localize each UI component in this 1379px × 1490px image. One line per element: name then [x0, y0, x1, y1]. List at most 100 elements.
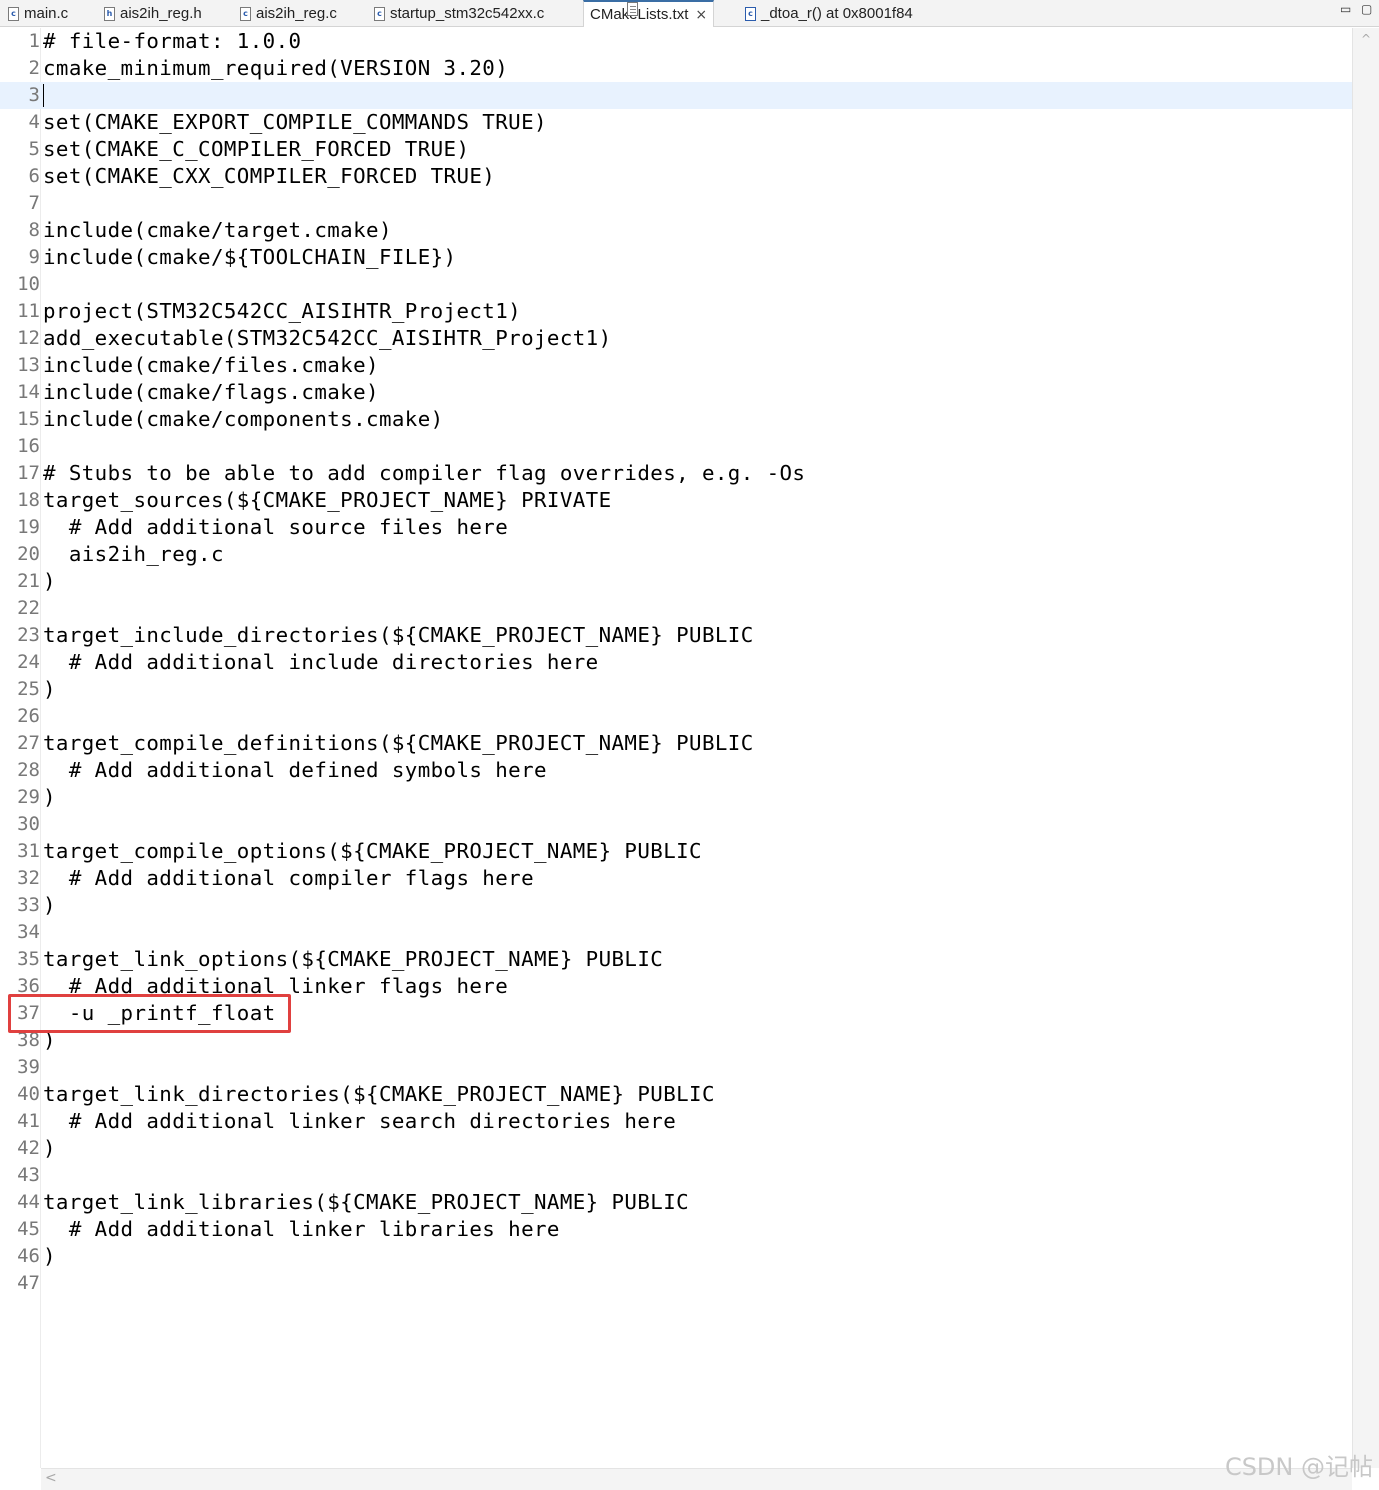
- code-text[interactable]: include(cmake/flags.cmake): [43, 379, 379, 406]
- code-line[interactable]: 47: [0, 1270, 1352, 1297]
- code-line[interactable]: 19 # Add additional source files here: [0, 514, 1352, 541]
- code-line[interactable]: 8 include(cmake/target.cmake): [0, 217, 1352, 244]
- code-line[interactable]: 24 # Add additional include directories …: [0, 649, 1352, 676]
- code-text[interactable]: include(cmake/components.cmake): [43, 406, 444, 433]
- code-line[interactable]: 26: [0, 703, 1352, 730]
- code-text[interactable]: ): [43, 1135, 56, 1162]
- code-line[interactable]: 31 target_compile_options(${CMAKE_PROJECT…: [0, 838, 1352, 865]
- code-text[interactable]: target_compile_options(${CMAKE_PROJECT_N…: [43, 838, 702, 865]
- tab-dtoa-disassembly[interactable]: c _dtoa_r() at 0x8001f84: [745, 0, 913, 27]
- code-line[interactable]: 45 # Add additional linker libraries her…: [0, 1216, 1352, 1243]
- code-line[interactable]: 23 target_include_directories(${CMAKE_PRO…: [0, 622, 1352, 649]
- code-text[interactable]: target_sources(${CMAKE_PROJECT_NAME} PRI…: [43, 487, 612, 514]
- code-text[interactable]: # Add additional linker search directori…: [43, 1108, 676, 1135]
- code-area[interactable]: 1 # file-format: 1.0.0 2 cmake_minimum_requ…: [0, 28, 1352, 1297]
- code-line[interactable]: 35 target_link_options(${CMAKE_PROJECT_NA…: [0, 946, 1352, 973]
- code-line[interactable]: 13 include(cmake/files.cmake): [0, 352, 1352, 379]
- code-line[interactable]: 25): [0, 676, 1352, 703]
- code-line[interactable]: 41 # Add additional linker search direct…: [0, 1108, 1352, 1135]
- code-line[interactable]: 12 add_executable(STM32C542CC_AISIHTR_Pro…: [0, 325, 1352, 352]
- code-line[interactable]: 30: [0, 811, 1352, 838]
- code-line[interactable]: 20 ais2ih_reg.c: [0, 541, 1352, 568]
- code-line[interactable]: 42): [0, 1135, 1352, 1162]
- code-text[interactable]: set(CMAKE_EXPORT_COMPILE_COMMANDS TRUE): [43, 109, 547, 136]
- code-line[interactable]: 9 include(cmake/${TOOLCHAIN_FILE}): [0, 244, 1352, 271]
- tab-cmakelists-txt[interactable]: CMakeLists.txt ×: [583, 0, 715, 27]
- code-line[interactable]: 32 # Add additional compiler flags here: [0, 865, 1352, 892]
- code-line[interactable]: 40 target_link_directories(${CMAKE_PROJEC…: [0, 1081, 1352, 1108]
- code-line[interactable]: 7: [0, 190, 1352, 217]
- scroll-up-icon[interactable]: ^: [1361, 32, 1371, 46]
- tab-label: CMakeLists.txt: [590, 6, 689, 23]
- code-line[interactable]: 17 # Stubs to be able to add compiler fla…: [0, 460, 1352, 487]
- close-icon[interactable]: ×: [695, 7, 707, 23]
- code-line[interactable]: 3: [0, 82, 1352, 109]
- code-line[interactable]: 5 set(CMAKE_C_COMPILER_FORCED TRUE): [0, 136, 1352, 163]
- line-number: 6: [28, 165, 40, 187]
- code-text[interactable]: target_include_directories(${CMAKE_PROJE…: [43, 622, 754, 649]
- tab-ais2ih-reg-c[interactable]: c ais2ih_reg.c: [240, 0, 337, 27]
- code-line[interactable]: 4 set(CMAKE_EXPORT_COMPILE_COMMANDS TRUE): [0, 109, 1352, 136]
- tab-main-c[interactable]: c main.c: [8, 0, 68, 27]
- code-text[interactable]: # Add additional compiler flags here: [43, 865, 534, 892]
- code-line[interactable]: 22: [0, 595, 1352, 622]
- code-text[interactable]: # Add additional defined symbols here: [43, 757, 547, 784]
- code-text[interactable]: # Add additional source files here: [43, 514, 508, 541]
- code-line[interactable]: 44 target_link_libraries(${CMAKE_PROJECT_…: [0, 1189, 1352, 1216]
- code-line[interactable]: 39: [0, 1054, 1352, 1081]
- code-text[interactable]: include(cmake/${TOOLCHAIN_FILE}): [43, 244, 456, 271]
- code-text[interactable]: include(cmake/files.cmake): [43, 352, 379, 379]
- line-number: 33: [17, 894, 40, 916]
- code-text[interactable]: # Add additional linker libraries here: [43, 1216, 560, 1243]
- code-text[interactable]: ): [43, 676, 56, 703]
- code-line[interactable]: 15 include(cmake/components.cmake): [0, 406, 1352, 433]
- vertical-scrollbar[interactable]: ^: [1352, 28, 1379, 1468]
- code-text[interactable]: set(CMAKE_CXX_COMPILER_FORCED TRUE): [43, 163, 495, 190]
- code-text[interactable]: ais2ih_reg.c: [43, 541, 224, 568]
- watermark: CSDN @记帖: [1224, 1453, 1373, 1481]
- tab-startup-c[interactable]: c startup_stm32c542xx.c: [374, 0, 544, 27]
- code-line[interactable]: 18 target_sources(${CMAKE_PROJECT_NAME} P…: [0, 487, 1352, 514]
- scroll-left-icon[interactable]: <: [45, 1470, 57, 1486]
- code-line[interactable]: 14 include(cmake/flags.cmake): [0, 379, 1352, 406]
- code-text[interactable]: cmake_minimum_required(VERSION 3.20): [43, 55, 508, 82]
- code-line[interactable]: 27 target_compile_definitions(${CMAKE_PRO…: [0, 730, 1352, 757]
- code-text[interactable]: ): [43, 568, 56, 595]
- line-number: 13: [17, 354, 40, 376]
- code-text[interactable]: target_link_options(${CMAKE_PROJECT_NAME…: [43, 946, 663, 973]
- code-editor[interactable]: 1 # file-format: 1.0.0 2 cmake_minimum_requ…: [0, 28, 1379, 1490]
- code-text[interactable]: # file-format: 1.0.0: [43, 28, 301, 55]
- code-line[interactable]: 6 set(CMAKE_CXX_COMPILER_FORCED TRUE): [0, 163, 1352, 190]
- minimize-icon[interactable]: ▭: [1340, 2, 1351, 16]
- tab-ais2ih-reg-h[interactable]: h ais2ih_reg.h: [104, 0, 202, 27]
- code-line[interactable]: 43: [0, 1162, 1352, 1189]
- code-line[interactable]: 33): [0, 892, 1352, 919]
- code-text[interactable]: ): [43, 784, 56, 811]
- code-line[interactable]: 34: [0, 919, 1352, 946]
- code-line[interactable]: 2 cmake_minimum_required(VERSION 3.20): [0, 55, 1352, 82]
- code-line[interactable]: 28 # Add additional defined symbols here: [0, 757, 1352, 784]
- line-number: 1: [28, 30, 40, 52]
- code-line[interactable]: 16: [0, 433, 1352, 460]
- maximize-icon[interactable]: ▢: [1361, 2, 1372, 16]
- code-line[interactable]: 10: [0, 271, 1352, 298]
- code-text[interactable]: include(cmake/target.cmake): [43, 217, 392, 244]
- horizontal-scrollbar[interactable]: <: [41, 1468, 1352, 1490]
- code-line[interactable]: 21): [0, 568, 1352, 595]
- code-text[interactable]: # Stubs to be able to add compiler flag …: [43, 460, 805, 487]
- code-line[interactable]: 46): [0, 1243, 1352, 1270]
- code-line[interactable]: 11 project(STM32C542CC_AISIHTR_Project1): [0, 298, 1352, 325]
- c-file-icon: c: [240, 6, 251, 21]
- code-text[interactable]: target_compile_definitions(${CMAKE_PROJE…: [43, 730, 754, 757]
- code-line[interactable]: 1 # file-format: 1.0.0: [0, 28, 1352, 55]
- code-text[interactable]: # Add additional include directories her…: [43, 649, 599, 676]
- code-text[interactable]: ): [43, 892, 56, 919]
- code-text[interactable]: project(STM32C542CC_AISIHTR_Project1): [43, 298, 521, 325]
- code-text[interactable]: ): [43, 1243, 56, 1270]
- code-text[interactable]: set(CMAKE_C_COMPILER_FORCED TRUE): [43, 136, 469, 163]
- code-text[interactable]: add_executable(STM32C542CC_AISIHTR_Proje…: [43, 325, 612, 352]
- line-number: 9: [28, 246, 40, 268]
- code-line[interactable]: 29): [0, 784, 1352, 811]
- code-text[interactable]: target_link_directories(${CMAKE_PROJECT_…: [43, 1081, 715, 1108]
- code-text[interactable]: target_link_libraries(${CMAKE_PROJECT_NA…: [43, 1189, 689, 1216]
